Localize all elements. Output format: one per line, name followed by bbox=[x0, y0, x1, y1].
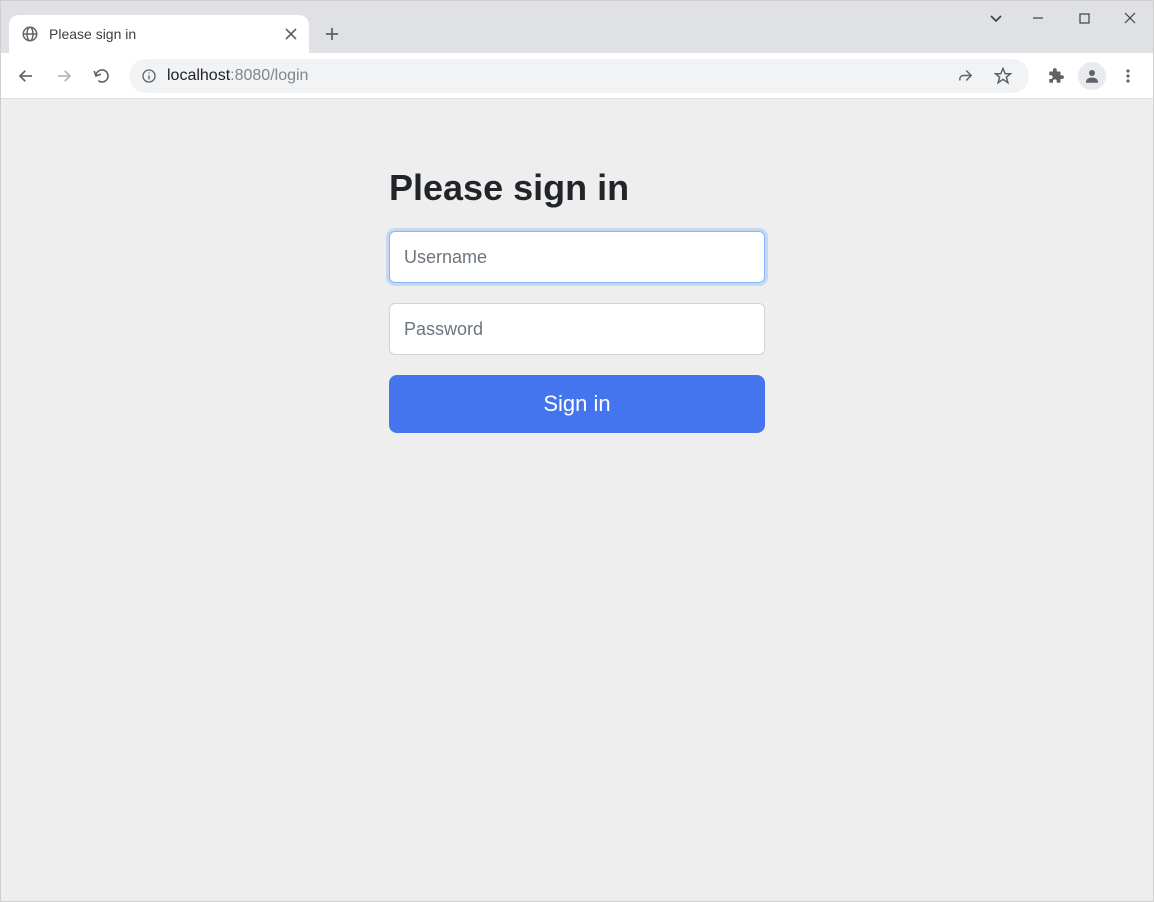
window-controls bbox=[977, 1, 1153, 35]
window-minimize-button[interactable] bbox=[1015, 1, 1061, 35]
browser-toolbar: localhost:8080/login bbox=[1, 53, 1153, 99]
bookmark-icon[interactable] bbox=[989, 62, 1017, 90]
browser-tab[interactable]: Please sign in bbox=[9, 15, 309, 53]
close-tab-button[interactable] bbox=[285, 28, 297, 40]
address-bar[interactable]: localhost:8080/login bbox=[129, 59, 1029, 93]
extensions-icon[interactable] bbox=[1039, 59, 1073, 93]
back-button[interactable] bbox=[9, 59, 43, 93]
tab-strip: Please sign in bbox=[1, 1, 1153, 53]
person-icon bbox=[1078, 62, 1106, 90]
browser-window: Please sign in bbox=[0, 0, 1154, 902]
forward-button[interactable] bbox=[47, 59, 81, 93]
window-close-button[interactable] bbox=[1107, 1, 1153, 35]
url-text: localhost:8080/login bbox=[167, 67, 308, 85]
site-info-icon[interactable] bbox=[141, 68, 157, 84]
toolbar-right bbox=[1039, 59, 1145, 93]
window-maximize-button[interactable] bbox=[1061, 1, 1107, 35]
tab-search-button[interactable] bbox=[977, 1, 1015, 35]
menu-button[interactable] bbox=[1111, 59, 1145, 93]
page-viewport: Please sign in Sign in bbox=[1, 99, 1153, 901]
globe-icon bbox=[21, 25, 39, 43]
sign-in-button[interactable]: Sign in bbox=[389, 375, 765, 433]
new-tab-button[interactable] bbox=[315, 17, 349, 51]
url-path: :8080/login bbox=[230, 67, 308, 85]
profile-button[interactable] bbox=[1075, 59, 1109, 93]
url-host: localhost bbox=[167, 67, 230, 85]
share-icon[interactable] bbox=[951, 62, 979, 90]
page-title: Please sign in bbox=[389, 167, 765, 209]
username-input[interactable] bbox=[389, 231, 765, 283]
login-form: Please sign in Sign in bbox=[389, 167, 765, 901]
password-input[interactable] bbox=[389, 303, 765, 355]
reload-button[interactable] bbox=[85, 59, 119, 93]
tab-title: Please sign in bbox=[49, 26, 275, 42]
